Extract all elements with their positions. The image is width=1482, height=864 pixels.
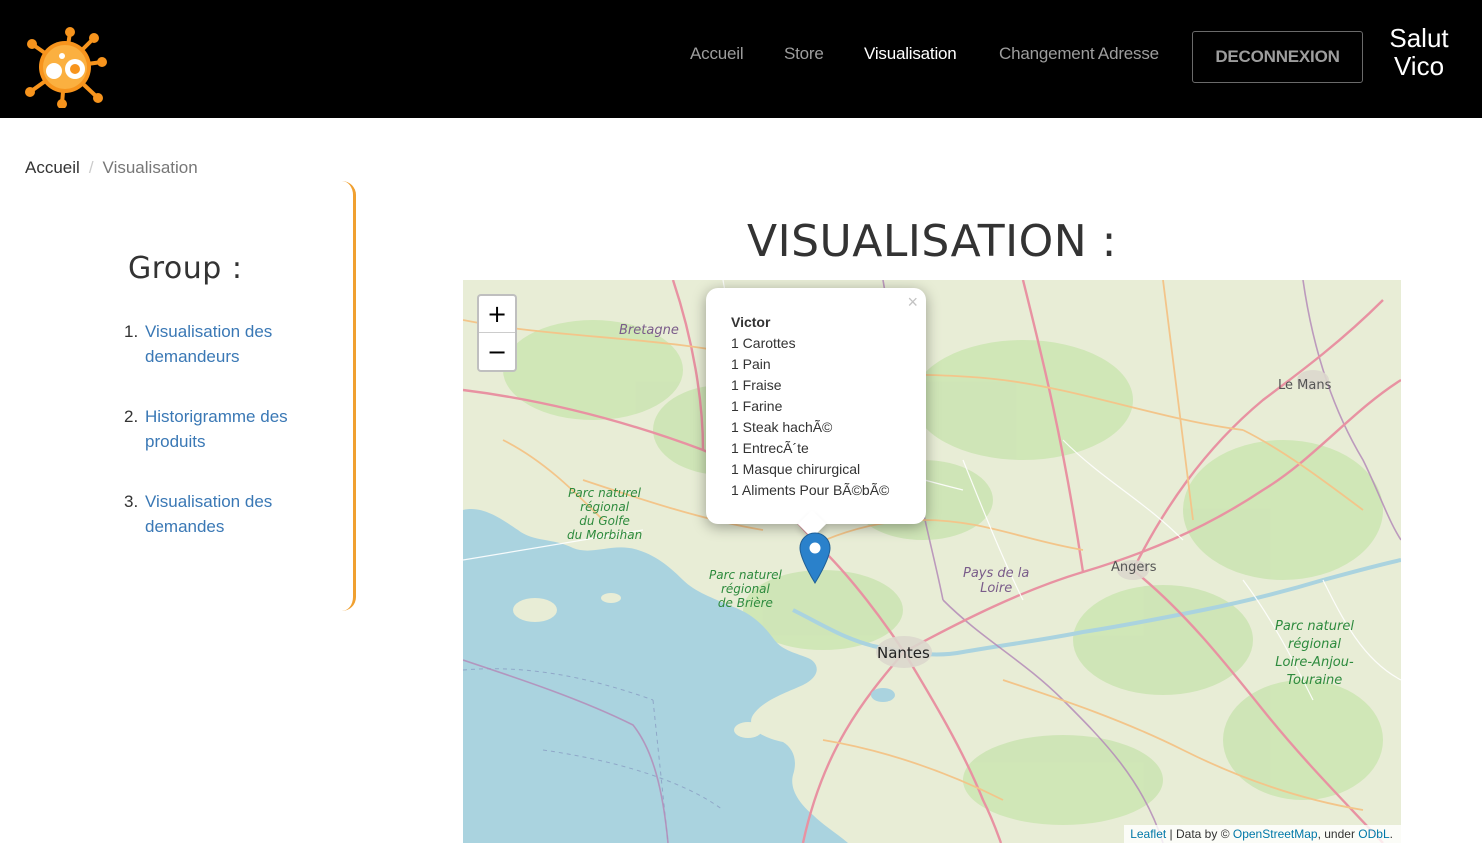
label-line: de Brière: [717, 596, 773, 610]
virus-logo-icon[interactable]: [22, 26, 108, 108]
nav-changement-adresse[interactable]: Changement Adresse: [999, 44, 1159, 64]
label-pays-de-la-loire: Pays de la Loire: [963, 566, 1029, 596]
sidebar-list: 1. Visualisation des demandeurs 2. Histo…: [124, 319, 324, 574]
zoom-in-button[interactable]: +: [479, 296, 515, 333]
map-attribution: Leaflet | Data by © OpenStreetMap, under…: [1124, 825, 1401, 843]
nav-accueil[interactable]: Accueil: [690, 44, 744, 64]
breadcrumb-separator: /: [88, 158, 94, 177]
sidebar-link-demandeurs[interactable]: Visualisation des demandeurs: [145, 319, 324, 369]
sidebar-item-number: 2.: [124, 407, 139, 426]
sidebar: Group : 1. Visualisation des demandeurs …: [0, 181, 356, 611]
popup-item: 1 Masque chirurgical: [731, 461, 861, 477]
label-le-mans: Le Mans: [1278, 378, 1332, 393]
popup-item: 1 Pain: [731, 356, 771, 372]
label-line: du Morbihan: [567, 528, 643, 542]
label-line: Touraine: [1286, 673, 1343, 688]
navbar: Accueil Store Visualisation Changement A…: [0, 0, 1482, 118]
map-marker-icon[interactable]: [799, 532, 831, 584]
label-bretagne: Bretagne: [619, 323, 679, 338]
popup-requester-name: Victor: [731, 314, 771, 330]
popup-item: 1 EntrecÃ´te: [731, 440, 809, 456]
sidebar-item-number: 1.: [124, 322, 139, 341]
label-line: Parc naturel: [568, 486, 642, 500]
label-parc-briere: Parc naturel régional de Brière: [709, 568, 782, 610]
label-line: régional: [1287, 637, 1341, 652]
label-line: Loire-Anjou-: [1275, 655, 1354, 670]
popup-close-icon[interactable]: ×: [907, 292, 918, 313]
odbl-link[interactable]: ODbL: [1358, 827, 1389, 841]
sidebar-item-historigramme: 2. Historigramme des produits: [124, 404, 324, 454]
label-line: Parc naturel: [709, 568, 782, 582]
label-line: Parc naturel: [1275, 619, 1354, 634]
sidebar-item-demandeurs: 1. Visualisation des demandeurs: [124, 319, 324, 369]
sidebar-link-demandes[interactable]: Visualisation des demandes: [145, 489, 324, 539]
zoom-control: + −: [477, 294, 517, 372]
map[interactable]: Bretagne Le Mans Angers Nantes Pays de l…: [463, 280, 1401, 843]
attribution-text: , under: [1317, 827, 1359, 841]
label-angers: Angers: [1111, 560, 1157, 575]
breadcrumb-home[interactable]: Accueil: [25, 158, 80, 177]
sidebar-title: Group :: [128, 251, 243, 286]
breadcrumb-current: Visualisation: [102, 158, 198, 177]
nav-store[interactable]: Store: [784, 44, 824, 64]
label-line: régional: [580, 500, 630, 514]
breadcrumb: Accueil / Visualisation: [25, 158, 198, 178]
popup-item: 1 Steak hachÃ©: [731, 419, 833, 435]
label-line: Loire: [980, 581, 1013, 596]
label-parc-golfe-morbihan: Parc naturel régional du Golfe du Morbih…: [567, 486, 642, 542]
map-tiles[interactable]: [463, 280, 1401, 843]
label-nantes: Nantes: [877, 644, 930, 662]
label-line: Pays de la: [963, 566, 1030, 581]
user-greeting: Salut Vico: [1380, 24, 1458, 80]
logout-button[interactable]: DECONNEXION: [1192, 31, 1363, 83]
leaflet-link[interactable]: Leaflet: [1130, 827, 1166, 841]
attribution-text: | Data by ©: [1166, 827, 1233, 841]
greeting-salut: Salut: [1389, 23, 1449, 53]
sidebar-link-historigramme[interactable]: Historigramme des produits: [145, 404, 324, 454]
label-parc-loire-anjou: Parc naturel régional Loire-Anjou- Toura…: [1275, 618, 1354, 690]
popup-item: 1 Farine: [731, 398, 783, 414]
label-line: du Golfe: [579, 514, 630, 528]
nav-visualisation[interactable]: Visualisation: [864, 44, 957, 64]
popup-item: 1 Fraise: [731, 377, 782, 393]
page-title: VISUALISATION :: [747, 216, 1117, 267]
sidebar-item-demandes: 3. Visualisation des demandes: [124, 489, 324, 539]
zoom-out-button[interactable]: −: [479, 333, 515, 370]
greeting-username: Vico: [1393, 51, 1445, 81]
popup-item: 1 Carottes: [731, 335, 796, 351]
popup-item: 1 Aliments Pour BÃ©bÃ©: [731, 482, 890, 498]
attribution-text: .: [1389, 827, 1393, 841]
map-popup: × Victor 1 Carottes 1 Pain 1 Fraise 1 Fa…: [706, 288, 926, 524]
label-line: régional: [720, 582, 770, 596]
osm-link[interactable]: OpenStreetMap: [1233, 827, 1318, 841]
sidebar-item-number: 3.: [124, 492, 139, 511]
